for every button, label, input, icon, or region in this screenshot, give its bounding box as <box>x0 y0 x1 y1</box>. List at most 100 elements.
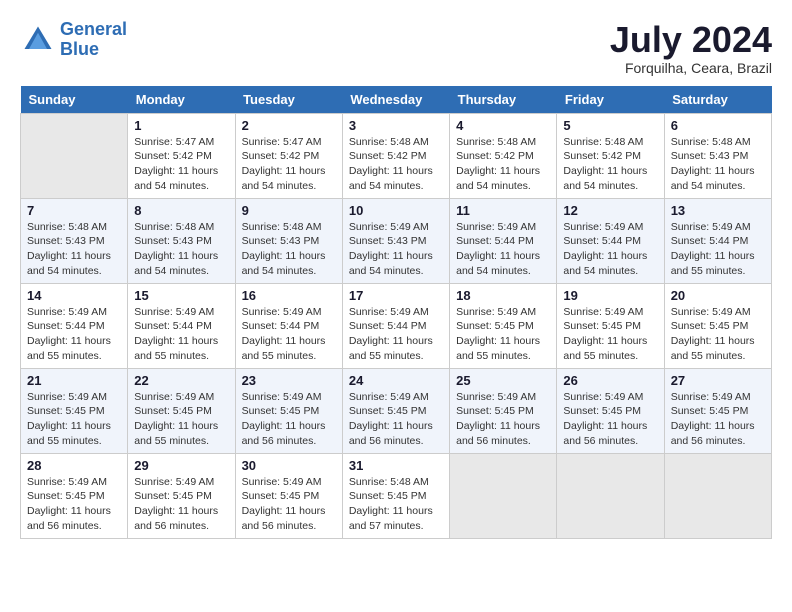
calendar-cell: 29 Sunrise: 5:49 AMSunset: 5:45 PMDayligh… <box>128 453 235 538</box>
calendar-cell: 23 Sunrise: 5:49 AMSunset: 5:45 PMDayligh… <box>235 368 342 453</box>
day-info: Sunrise: 5:49 AMSunset: 5:45 PMDaylight:… <box>349 390 443 449</box>
calendar-cell: 9 Sunrise: 5:48 AMSunset: 5:43 PMDaylight… <box>235 198 342 283</box>
logo-text: General Blue <box>60 20 127 60</box>
calendar-cell: 30 Sunrise: 5:49 AMSunset: 5:45 PMDayligh… <box>235 453 342 538</box>
header-day-sunday: Sunday <box>21 86 128 114</box>
day-number: 11 <box>456 203 550 218</box>
calendar-cell <box>557 453 664 538</box>
day-info: Sunrise: 5:49 AMSunset: 5:45 PMDaylight:… <box>456 390 550 449</box>
day-number: 19 <box>563 288 657 303</box>
day-number: 14 <box>27 288 121 303</box>
week-row: 28 Sunrise: 5:49 AMSunset: 5:45 PMDayligh… <box>21 453 772 538</box>
day-info: Sunrise: 5:49 AMSunset: 5:45 PMDaylight:… <box>134 475 228 534</box>
day-info: Sunrise: 5:49 AMSunset: 5:44 PMDaylight:… <box>456 220 550 279</box>
day-info: Sunrise: 5:48 AMSunset: 5:43 PMDaylight:… <box>242 220 336 279</box>
month-year: July 2024 <box>610 20 772 60</box>
day-number: 21 <box>27 373 121 388</box>
day-info: Sunrise: 5:49 AMSunset: 5:45 PMDaylight:… <box>456 305 550 364</box>
logo-icon <box>20 22 56 58</box>
day-info: Sunrise: 5:49 AMSunset: 5:44 PMDaylight:… <box>27 305 121 364</box>
day-number: 25 <box>456 373 550 388</box>
day-info: Sunrise: 5:48 AMSunset: 5:43 PMDaylight:… <box>27 220 121 279</box>
day-number: 6 <box>671 118 765 133</box>
day-info: Sunrise: 5:49 AMSunset: 5:45 PMDaylight:… <box>242 390 336 449</box>
calendar-cell: 26 Sunrise: 5:49 AMSunset: 5:45 PMDayligh… <box>557 368 664 453</box>
day-info: Sunrise: 5:48 AMSunset: 5:43 PMDaylight:… <box>671 135 765 194</box>
day-number: 15 <box>134 288 228 303</box>
day-info: Sunrise: 5:47 AMSunset: 5:42 PMDaylight:… <box>134 135 228 194</box>
calendar-cell: 2 Sunrise: 5:47 AMSunset: 5:42 PMDaylight… <box>235 113 342 198</box>
calendar-cell: 5 Sunrise: 5:48 AMSunset: 5:42 PMDaylight… <box>557 113 664 198</box>
day-info: Sunrise: 5:49 AMSunset: 5:44 PMDaylight:… <box>242 305 336 364</box>
day-info: Sunrise: 5:49 AMSunset: 5:45 PMDaylight:… <box>27 475 121 534</box>
day-info: Sunrise: 5:48 AMSunset: 5:42 PMDaylight:… <box>349 135 443 194</box>
day-number: 24 <box>349 373 443 388</box>
day-info: Sunrise: 5:48 AMSunset: 5:42 PMDaylight:… <box>456 135 550 194</box>
day-number: 29 <box>134 458 228 473</box>
day-number: 9 <box>242 203 336 218</box>
day-info: Sunrise: 5:49 AMSunset: 5:45 PMDaylight:… <box>563 390 657 449</box>
calendar-cell: 3 Sunrise: 5:48 AMSunset: 5:42 PMDaylight… <box>342 113 449 198</box>
location: Forquilha, Ceara, Brazil <box>610 60 772 76</box>
day-number: 30 <box>242 458 336 473</box>
day-number: 16 <box>242 288 336 303</box>
day-info: Sunrise: 5:49 AMSunset: 5:44 PMDaylight:… <box>671 220 765 279</box>
day-info: Sunrise: 5:49 AMSunset: 5:44 PMDaylight:… <box>134 305 228 364</box>
calendar-cell: 1Sunrise: 5:47 AMSunset: 5:42 PMDaylight… <box>128 113 235 198</box>
calendar-cell <box>450 453 557 538</box>
week-row: 7 Sunrise: 5:48 AMSunset: 5:43 PMDaylight… <box>21 198 772 283</box>
calendar-table: SundayMondayTuesdayWednesdayThursdayFrid… <box>20 86 772 539</box>
day-info: Sunrise: 5:49 AMSunset: 5:44 PMDaylight:… <box>563 220 657 279</box>
calendar-cell: 22 Sunrise: 5:49 AMSunset: 5:45 PMDayligh… <box>128 368 235 453</box>
day-number: 28 <box>27 458 121 473</box>
day-number: 8 <box>134 203 228 218</box>
week-row: 21 Sunrise: 5:49 AMSunset: 5:45 PMDayligh… <box>21 368 772 453</box>
day-number: 31 <box>349 458 443 473</box>
day-number: 7 <box>27 203 121 218</box>
day-info: Sunrise: 5:48 AMSunset: 5:42 PMDaylight:… <box>563 135 657 194</box>
title-area: July 2024 Forquilha, Ceara, Brazil <box>610 20 772 76</box>
day-number: 17 <box>349 288 443 303</box>
calendar-cell: 20Sunrise: 5:49 AMSunset: 5:45 PMDayligh… <box>664 283 771 368</box>
day-info: Sunrise: 5:47 AMSunset: 5:42 PMDaylight:… <box>242 135 336 194</box>
calendar-cell: 25 Sunrise: 5:49 AMSunset: 5:45 PMDayligh… <box>450 368 557 453</box>
calendar-cell: 11 Sunrise: 5:49 AMSunset: 5:44 PMDayligh… <box>450 198 557 283</box>
day-info: Sunrise: 5:49 AMSunset: 5:45 PMDaylight:… <box>671 390 765 449</box>
day-number: 3 <box>349 118 443 133</box>
day-info: Sunrise: 5:49 AMSunset: 5:45 PMDaylight:… <box>242 475 336 534</box>
day-number: 2 <box>242 118 336 133</box>
day-info: Sunrise: 5:49 AMSunset: 5:45 PMDaylight:… <box>27 390 121 449</box>
day-number: 13 <box>671 203 765 218</box>
day-info: Sunrise: 5:49 AMSunset: 5:44 PMDaylight:… <box>349 305 443 364</box>
day-number: 18 <box>456 288 550 303</box>
day-number: 26 <box>563 373 657 388</box>
calendar-cell <box>21 113 128 198</box>
page-header: General Blue July 2024 Forquilha, Ceara,… <box>20 20 772 76</box>
calendar-cell: 8 Sunrise: 5:48 AMSunset: 5:43 PMDaylight… <box>128 198 235 283</box>
calendar-cell: 28 Sunrise: 5:49 AMSunset: 5:45 PMDayligh… <box>21 453 128 538</box>
calendar-cell: 4Sunrise: 5:48 AMSunset: 5:42 PMDaylight… <box>450 113 557 198</box>
day-number: 12 <box>563 203 657 218</box>
calendar-cell: 19 Sunrise: 5:49 AMSunset: 5:45 PMDayligh… <box>557 283 664 368</box>
day-number: 20 <box>671 288 765 303</box>
header-day-tuesday: Tuesday <box>235 86 342 114</box>
day-info: Sunrise: 5:49 AMSunset: 5:45 PMDaylight:… <box>134 390 228 449</box>
day-number: 23 <box>242 373 336 388</box>
calendar-cell: 31Sunrise: 5:48 AMSunset: 5:45 PMDayligh… <box>342 453 449 538</box>
calendar-cell: 24 Sunrise: 5:49 AMSunset: 5:45 PMDayligh… <box>342 368 449 453</box>
calendar-cell: 6 Sunrise: 5:48 AMSunset: 5:43 PMDaylight… <box>664 113 771 198</box>
header-day-thursday: Thursday <box>450 86 557 114</box>
header-day-monday: Monday <box>128 86 235 114</box>
header-day-wednesday: Wednesday <box>342 86 449 114</box>
day-info: Sunrise: 5:48 AMSunset: 5:43 PMDaylight:… <box>134 220 228 279</box>
day-number: 5 <box>563 118 657 133</box>
calendar-cell: 7 Sunrise: 5:48 AMSunset: 5:43 PMDaylight… <box>21 198 128 283</box>
day-info: Sunrise: 5:49 AMSunset: 5:45 PMDaylight:… <box>563 305 657 364</box>
header-day-saturday: Saturday <box>664 86 771 114</box>
week-row: 1Sunrise: 5:47 AMSunset: 5:42 PMDaylight… <box>21 113 772 198</box>
calendar-cell: 13 Sunrise: 5:49 AMSunset: 5:44 PMDayligh… <box>664 198 771 283</box>
calendar-cell: 21 Sunrise: 5:49 AMSunset: 5:45 PMDayligh… <box>21 368 128 453</box>
calendar-cell: 27 Sunrise: 5:49 AMSunset: 5:45 PMDayligh… <box>664 368 771 453</box>
day-number: 22 <box>134 373 228 388</box>
day-number: 27 <box>671 373 765 388</box>
